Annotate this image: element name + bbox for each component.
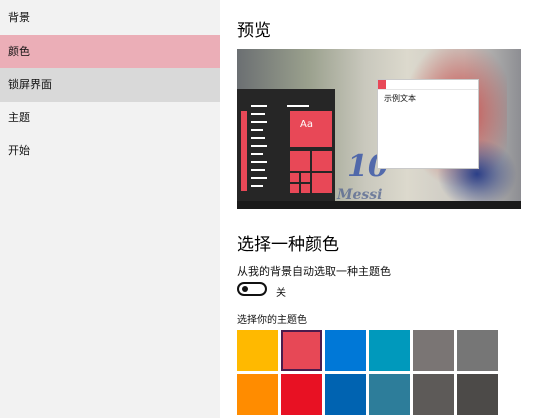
preview-sample-window: 示例文本: [377, 79, 479, 169]
preview-menu-line: [251, 185, 263, 187]
preview-menu-line: [251, 161, 267, 163]
preview-tile: [290, 184, 299, 193]
toggle-knob: [242, 286, 248, 292]
color-swatch[interactable]: [413, 374, 454, 415]
preview-taskbar: [237, 201, 521, 209]
color-swatch[interactable]: [413, 330, 454, 371]
sidebar: 背景 颜色 锁屏界面 主题 开始: [0, 0, 220, 418]
sidebar-item-start[interactable]: 开始: [0, 134, 220, 168]
color-swatch[interactable]: [237, 330, 278, 371]
auto-pick-state: 关: [276, 288, 286, 299]
color-swatch[interactable]: [457, 374, 498, 415]
color-swatch[interactable]: [237, 374, 278, 415]
preview-menu-line: [287, 105, 309, 107]
preview-tile: [290, 173, 299, 182]
preview-menu-line: [251, 145, 267, 147]
choose-color-title: 选择一种颜色: [237, 235, 339, 255]
auto-pick-label: 从我的背景自动选取一种主题色: [237, 265, 391, 278]
preview-start-accent-bar: [241, 111, 247, 191]
sidebar-item-colors[interactable]: 颜色: [0, 35, 220, 69]
preview-menu-line: [251, 153, 263, 155]
sidebar-item-lock-screen[interactable]: 锁屏界面: [0, 68, 220, 102]
preview-tile: [290, 151, 310, 171]
main-content: 预览 10 Messi Aa 示例文本 选择一种颜色 从我的背景自动选取一种主题…: [220, 0, 537, 418]
preview-menu-line: [251, 169, 265, 171]
color-swatch[interactable]: [325, 374, 366, 415]
preview-tile: [301, 173, 310, 182]
color-swatch[interactable]: [281, 330, 322, 371]
preview-tile: [312, 151, 332, 171]
preview-tile: [301, 184, 310, 193]
preview-title: 预览: [237, 21, 271, 41]
color-swatch[interactable]: [369, 330, 410, 371]
preview-tile-label: Aa: [300, 119, 313, 130]
preview-menu-line: [251, 137, 265, 139]
choose-theme-color-label: 选择你的主题色: [237, 315, 307, 326]
preview-tile-large: Aa: [290, 111, 332, 147]
preview-sample-accent: [378, 80, 386, 89]
color-swatch[interactable]: [369, 374, 410, 415]
preview-tile: [312, 173, 332, 193]
color-swatch[interactable]: [457, 330, 498, 371]
preview-start-menu: Aa: [237, 89, 335, 201]
preview-menu-line: [251, 121, 267, 123]
theme-preview: 10 Messi Aa 示例文本: [237, 49, 521, 209]
preview-menu-line: [251, 129, 263, 131]
preview-menu-line: [251, 177, 267, 179]
color-swatch[interactable]: [325, 330, 366, 371]
preview-menu-line: [251, 113, 265, 115]
sidebar-item-themes[interactable]: 主题: [0, 101, 220, 135]
color-swatch[interactable]: [281, 374, 322, 415]
preview-menu-line: [251, 105, 267, 107]
preview-sample-text: 示例文本: [384, 94, 416, 103]
sidebar-item-background[interactable]: 背景: [0, 1, 220, 35]
preview-sample-titlebar: [378, 80, 478, 90]
auto-pick-toggle[interactable]: [237, 282, 267, 296]
